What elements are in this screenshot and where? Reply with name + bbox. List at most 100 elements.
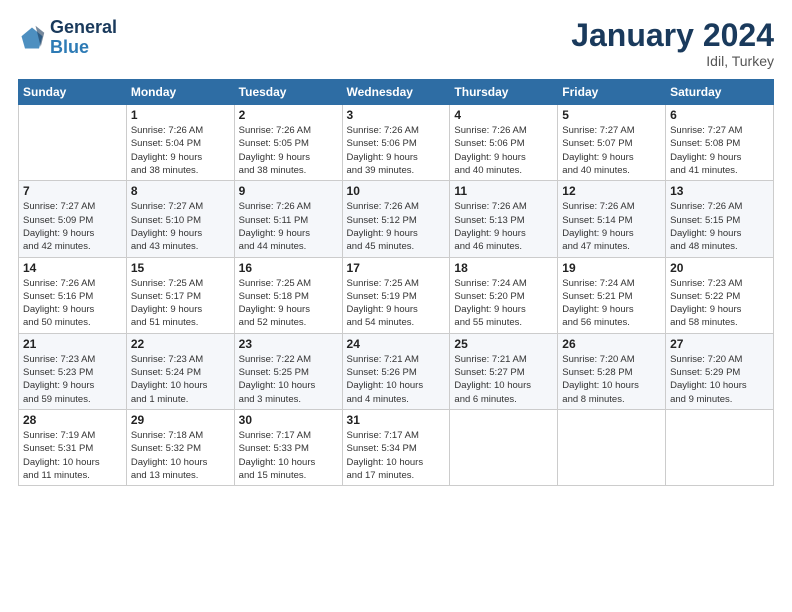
day-info: Sunrise: 7:27 AM Sunset: 5:10 PM Dayligh…	[131, 200, 230, 253]
calendar-cell	[558, 409, 666, 485]
day-info: Sunrise: 7:24 AM Sunset: 5:20 PM Dayligh…	[454, 277, 553, 330]
day-info: Sunrise: 7:25 AM Sunset: 5:19 PM Dayligh…	[347, 277, 446, 330]
calendar-cell: 4 Sunrise: 7:26 AM Sunset: 5:06 PM Daylig…	[450, 105, 558, 181]
day-number: 20	[670, 261, 769, 275]
day-number: 31	[347, 413, 446, 427]
calendar-header-row: Sunday Monday Tuesday Wednesday Thursday…	[19, 80, 774, 105]
day-number: 7	[23, 184, 122, 198]
week-row-3: 21 Sunrise: 7:23 AM Sunset: 5:23 PM Dayli…	[19, 333, 774, 409]
calendar-cell: 24Sunrise: 7:21 AM Sunset: 5:26 PM Dayli…	[342, 333, 450, 409]
day-info: Sunrise: 7:27 AM Sunset: 5:08 PM Dayligh…	[670, 124, 769, 177]
day-number: 18	[454, 261, 553, 275]
day-number: 1	[131, 108, 230, 122]
day-info: Sunrise: 7:26 AM Sunset: 5:05 PM Dayligh…	[239, 124, 338, 177]
page-header: General Blue January 2024 Idil, Turkey	[18, 18, 774, 69]
day-info: Sunrise: 7:26 AM Sunset: 5:06 PM Dayligh…	[454, 124, 553, 177]
day-number: 25	[454, 337, 553, 351]
week-row-2: 14 Sunrise: 7:26 AM Sunset: 5:16 PM Dayli…	[19, 257, 774, 333]
day-number: 9	[239, 184, 338, 198]
day-number: 26	[562, 337, 661, 351]
calendar-cell: 5Sunrise: 7:27 AM Sunset: 5:07 PM Daylig…	[558, 105, 666, 181]
day-info: Sunrise: 7:23 AM Sunset: 5:22 PM Dayligh…	[670, 277, 769, 330]
day-number: 4	[454, 108, 553, 122]
day-info: Sunrise: 7:25 AM Sunset: 5:18 PM Dayligh…	[239, 277, 338, 330]
day-number: 23	[239, 337, 338, 351]
day-number: 21	[23, 337, 122, 351]
day-info: Sunrise: 7:22 AM Sunset: 5:25 PM Dayligh…	[239, 353, 338, 406]
day-number: 16	[239, 261, 338, 275]
page-container: General Blue January 2024 Idil, Turkey S…	[0, 0, 792, 496]
header-wednesday: Wednesday	[342, 80, 450, 105]
calendar-cell	[450, 409, 558, 485]
day-info: Sunrise: 7:19 AM Sunset: 5:31 PM Dayligh…	[23, 429, 122, 482]
header-tuesday: Tuesday	[234, 80, 342, 105]
day-info: Sunrise: 7:20 AM Sunset: 5:28 PM Dayligh…	[562, 353, 661, 406]
calendar-cell: 10Sunrise: 7:26 AM Sunset: 5:12 PM Dayli…	[342, 181, 450, 257]
day-number: 14	[23, 261, 122, 275]
calendar-cell: 6 Sunrise: 7:27 AM Sunset: 5:08 PM Daylig…	[666, 105, 774, 181]
calendar-cell: 11Sunrise: 7:26 AM Sunset: 5:13 PM Dayli…	[450, 181, 558, 257]
day-info: Sunrise: 7:27 AM Sunset: 5:07 PM Dayligh…	[562, 124, 661, 177]
day-info: Sunrise: 7:26 AM Sunset: 5:14 PM Dayligh…	[562, 200, 661, 253]
day-info: Sunrise: 7:25 AM Sunset: 5:17 PM Dayligh…	[131, 277, 230, 330]
calendar-cell: 14 Sunrise: 7:26 AM Sunset: 5:16 PM Dayli…	[19, 257, 127, 333]
calendar-cell: 29Sunrise: 7:18 AM Sunset: 5:32 PM Dayli…	[126, 409, 234, 485]
day-number: 13	[670, 184, 769, 198]
day-number: 3	[347, 108, 446, 122]
day-info: Sunrise: 7:23 AM Sunset: 5:24 PM Dayligh…	[131, 353, 230, 406]
calendar-cell: 26 Sunrise: 7:20 AM Sunset: 5:28 PM Dayli…	[558, 333, 666, 409]
day-info: Sunrise: 7:26 AM Sunset: 5:11 PM Dayligh…	[239, 200, 338, 253]
calendar-cell: 18 Sunrise: 7:24 AM Sunset: 5:20 PM Dayli…	[450, 257, 558, 333]
calendar-cell: 22 Sunrise: 7:23 AM Sunset: 5:24 PM Dayli…	[126, 333, 234, 409]
title-area: January 2024 Idil, Turkey	[571, 18, 774, 69]
day-number: 2	[239, 108, 338, 122]
day-number: 30	[239, 413, 338, 427]
calendar-cell: 23 Sunrise: 7:22 AM Sunset: 5:25 PM Dayli…	[234, 333, 342, 409]
calendar-cell: 30 Sunrise: 7:17 AM Sunset: 5:33 PM Dayli…	[234, 409, 342, 485]
day-info: Sunrise: 7:26 AM Sunset: 5:12 PM Dayligh…	[347, 200, 446, 253]
calendar-cell: 25 Sunrise: 7:21 AM Sunset: 5:27 PM Dayli…	[450, 333, 558, 409]
week-row-1: 7 Sunrise: 7:27 AM Sunset: 5:09 PM Daylig…	[19, 181, 774, 257]
day-number: 17	[347, 261, 446, 275]
day-number: 8	[131, 184, 230, 198]
calendar-cell: 2 Sunrise: 7:26 AM Sunset: 5:05 PM Daylig…	[234, 105, 342, 181]
calendar-cell: 28 Sunrise: 7:19 AM Sunset: 5:31 PM Dayli…	[19, 409, 127, 485]
day-info: Sunrise: 7:26 AM Sunset: 5:06 PM Dayligh…	[347, 124, 446, 177]
day-number: 28	[23, 413, 122, 427]
day-info: Sunrise: 7:21 AM Sunset: 5:27 PM Dayligh…	[454, 353, 553, 406]
calendar-cell: 17 Sunrise: 7:25 AM Sunset: 5:19 PM Dayli…	[342, 257, 450, 333]
week-row-0: 1 Sunrise: 7:26 AM Sunset: 5:04 PM Daylig…	[19, 105, 774, 181]
logo-icon	[18, 24, 46, 52]
day-info: Sunrise: 7:26 AM Sunset: 5:13 PM Dayligh…	[454, 200, 553, 253]
calendar-cell: 21 Sunrise: 7:23 AM Sunset: 5:23 PM Dayli…	[19, 333, 127, 409]
header-monday: Monday	[126, 80, 234, 105]
day-info: Sunrise: 7:18 AM Sunset: 5:32 PM Dayligh…	[131, 429, 230, 482]
day-number: 15	[131, 261, 230, 275]
day-info: Sunrise: 7:20 AM Sunset: 5:29 PM Dayligh…	[670, 353, 769, 406]
header-saturday: Saturday	[666, 80, 774, 105]
day-number: 6	[670, 108, 769, 122]
calendar-table: Sunday Monday Tuesday Wednesday Thursday…	[18, 79, 774, 486]
calendar-cell: 9 Sunrise: 7:26 AM Sunset: 5:11 PM Daylig…	[234, 181, 342, 257]
day-number: 27	[670, 337, 769, 351]
calendar-cell: 20 Sunrise: 7:23 AM Sunset: 5:22 PM Dayli…	[666, 257, 774, 333]
logo-line2: Blue	[50, 38, 117, 58]
header-friday: Friday	[558, 80, 666, 105]
day-info: Sunrise: 7:17 AM Sunset: 5:34 PM Dayligh…	[347, 429, 446, 482]
calendar-cell: 8 Sunrise: 7:27 AM Sunset: 5:10 PM Daylig…	[126, 181, 234, 257]
day-number: 24	[347, 337, 446, 351]
calendar-cell: 13 Sunrise: 7:26 AM Sunset: 5:15 PM Dayli…	[666, 181, 774, 257]
day-number: 19	[562, 261, 661, 275]
calendar-cell: 31 Sunrise: 7:17 AM Sunset: 5:34 PM Dayli…	[342, 409, 450, 485]
day-info: Sunrise: 7:26 AM Sunset: 5:15 PM Dayligh…	[670, 200, 769, 253]
week-row-4: 28 Sunrise: 7:19 AM Sunset: 5:31 PM Dayli…	[19, 409, 774, 485]
calendar-cell: 7 Sunrise: 7:27 AM Sunset: 5:09 PM Daylig…	[19, 181, 127, 257]
day-number: 22	[131, 337, 230, 351]
day-info: Sunrise: 7:23 AM Sunset: 5:23 PM Dayligh…	[23, 353, 122, 406]
day-info: Sunrise: 7:27 AM Sunset: 5:09 PM Dayligh…	[23, 200, 122, 253]
logo-line1: General	[50, 18, 117, 38]
day-info: Sunrise: 7:17 AM Sunset: 5:33 PM Dayligh…	[239, 429, 338, 482]
day-info: Sunrise: 7:26 AM Sunset: 5:04 PM Dayligh…	[131, 124, 230, 177]
day-info: Sunrise: 7:26 AM Sunset: 5:16 PM Dayligh…	[23, 277, 122, 330]
calendar-cell: 16 Sunrise: 7:25 AM Sunset: 5:18 PM Dayli…	[234, 257, 342, 333]
